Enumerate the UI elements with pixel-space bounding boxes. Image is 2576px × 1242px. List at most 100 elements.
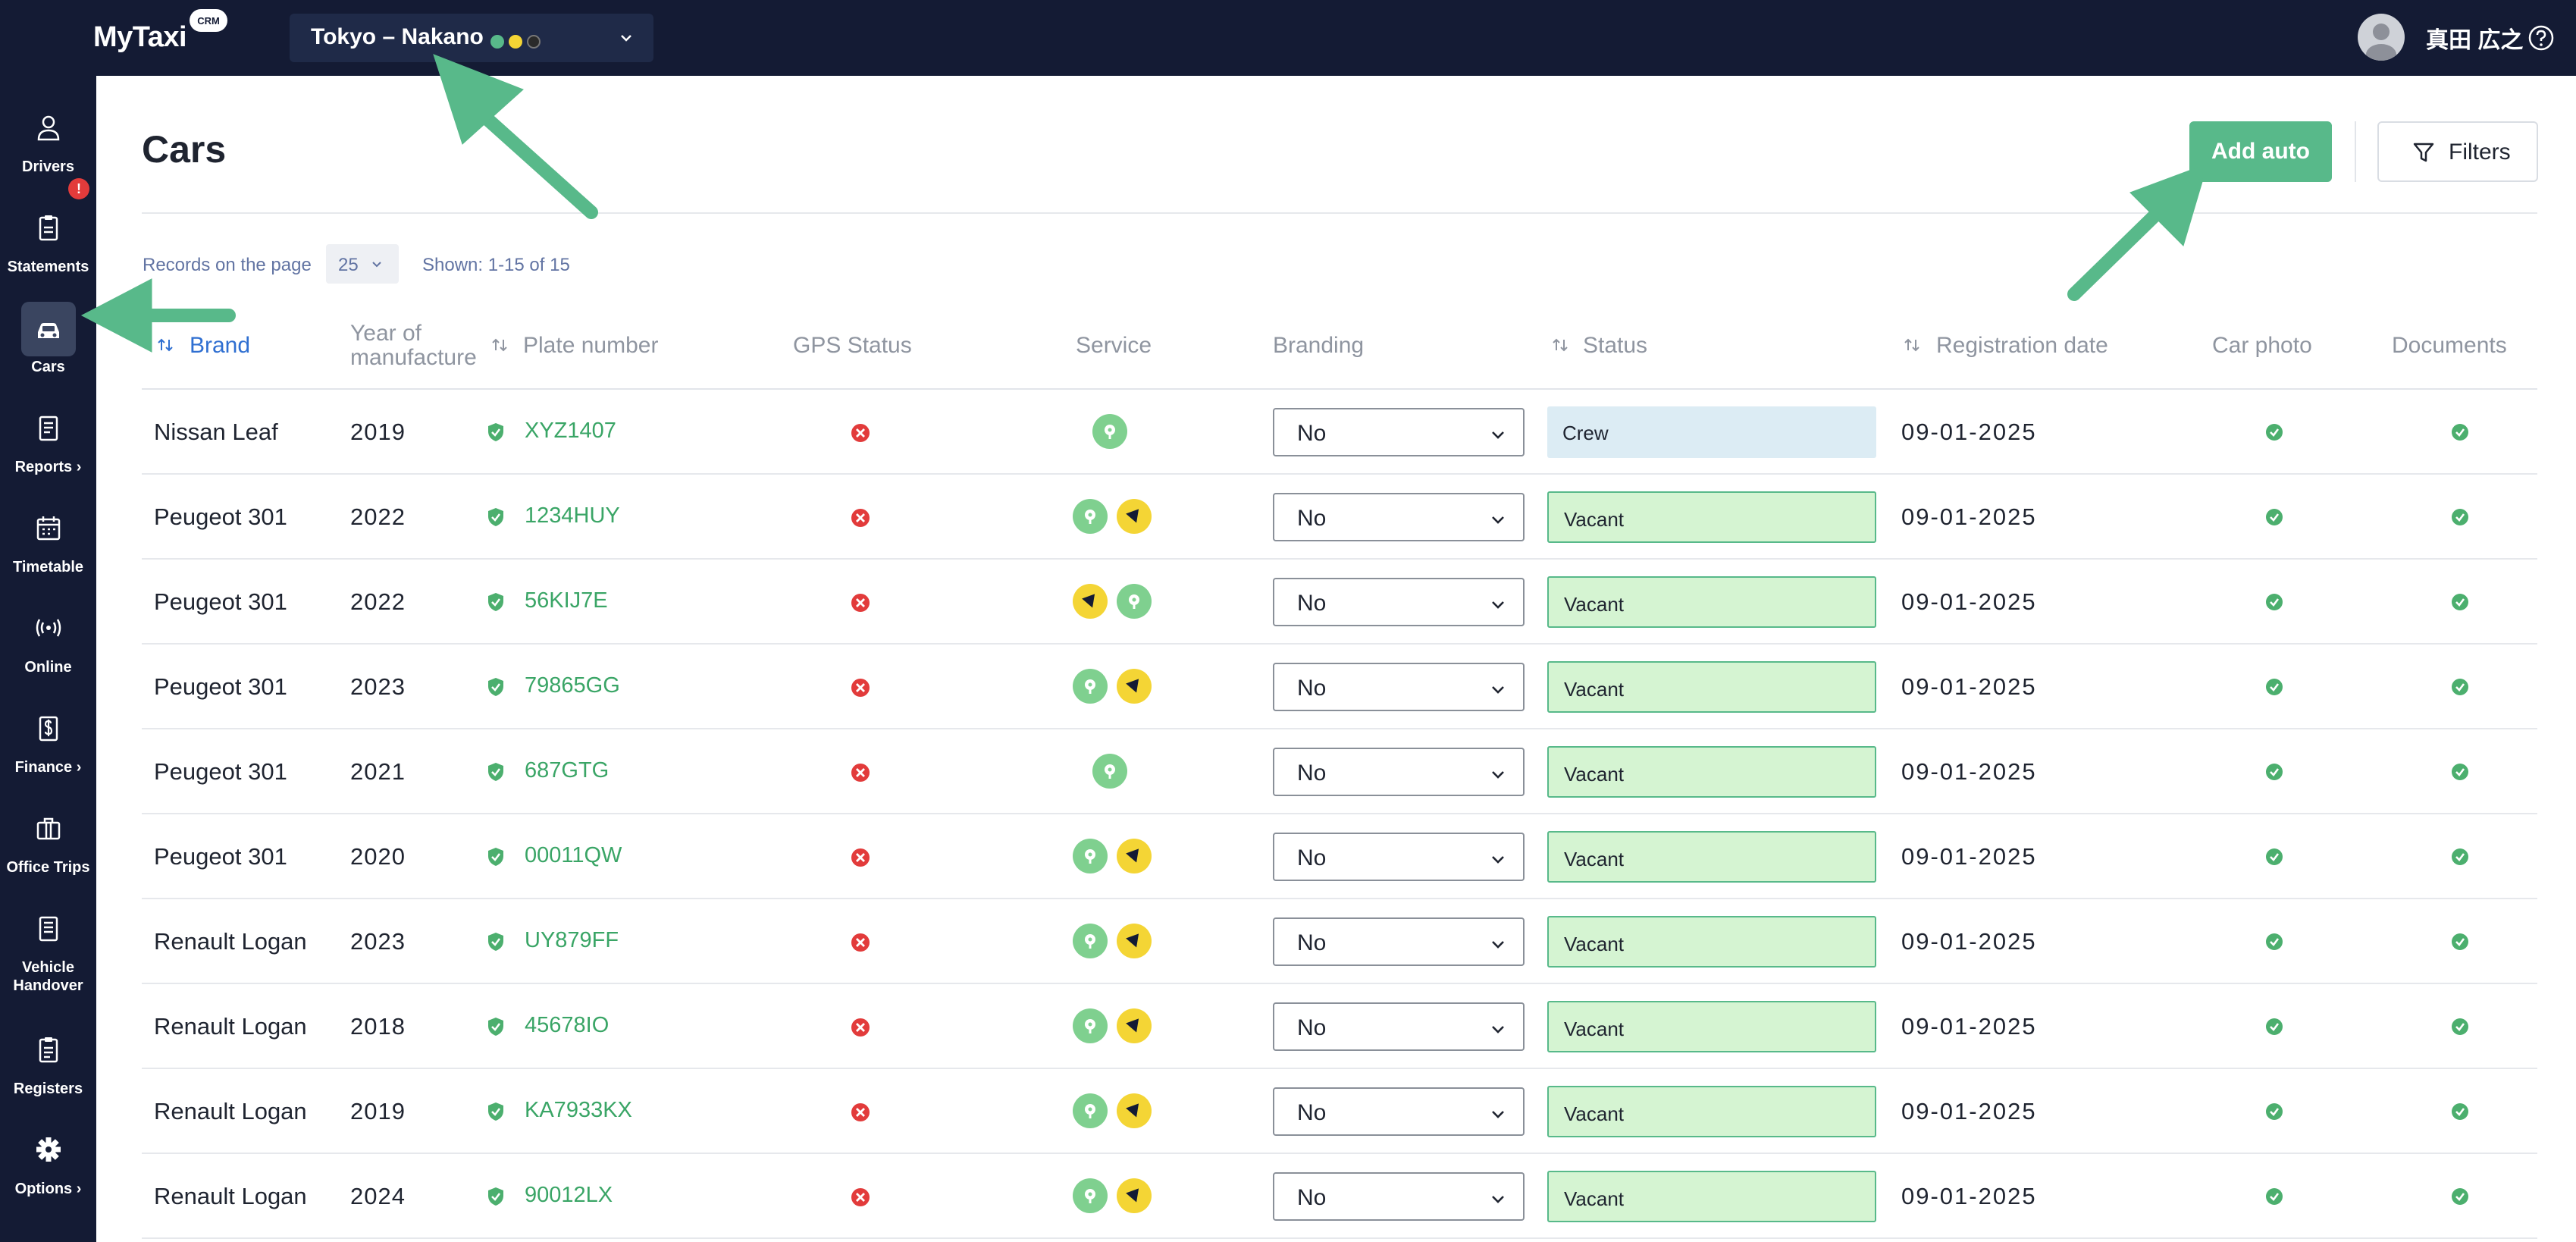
photo-ok-icon <box>2265 508 2283 526</box>
sidebar-item-finance[interactable]: Finance › <box>0 692 96 783</box>
plate-number-link[interactable]: UY879FF <box>525 928 619 953</box>
status-badge[interactable]: Vacant <box>1547 831 1876 883</box>
photo-ok-icon <box>2265 423 2283 441</box>
sidebar-item-statements[interactable]: Statements <box>0 191 96 282</box>
records-per-page-select[interactable]: 25 <box>326 244 399 284</box>
top-bar: MyTaxi CRM Tokyo – Nakano 真田 広之 <box>0 0 2576 76</box>
branding-select[interactable]: No <box>1273 1172 1525 1221</box>
column-header-status[interactable]: Status <box>1583 334 1647 358</box>
plate-number-link[interactable]: 56KIJ7E <box>525 588 608 613</box>
table-row[interactable]: Renault Logan 2024 90012LX No Vacant 09-01-20… <box>142 1154 2537 1239</box>
branding-value: No <box>1297 676 1327 701</box>
branding-select[interactable]: No <box>1273 1002 1525 1051</box>
branding-select[interactable]: No <box>1273 408 1525 456</box>
gps-error-icon <box>851 1188 870 1206</box>
status-badge[interactable]: Vacant <box>1547 916 1876 968</box>
sidebar-item-registers[interactable]: Registers <box>0 1013 96 1104</box>
cell-year: 2023 <box>350 673 406 700</box>
cell-year: 2019 <box>350 419 406 445</box>
cell-brand: Peugeot 301 <box>154 588 287 615</box>
branding-value: No <box>1297 506 1327 531</box>
status-badge[interactable]: Vacant <box>1547 576 1876 628</box>
cell-brand: Peugeot 301 <box>154 673 287 700</box>
user-name[interactable]: 真田 広之 <box>2426 21 2523 55</box>
status-badge[interactable]: Vacant <box>1547 1086 1876 1137</box>
table-row[interactable]: Renault Logan 2019 KA7933KX No Vacant 09-01-2… <box>142 1069 2537 1154</box>
branding-select[interactable]: No <box>1273 663 1525 711</box>
column-header-brand[interactable]: Brand <box>190 334 250 358</box>
status-label: Vacant <box>1564 933 1625 955</box>
status-badge[interactable]: Vacant <box>1547 746 1876 798</box>
table-row[interactable]: Renault Logan 2023 UY879FF No Vacant 09-01-20… <box>142 899 2537 984</box>
shield-check-icon <box>488 1018 503 1036</box>
plate-number-link[interactable]: 90012LX <box>525 1183 613 1208</box>
taxi-service-icon <box>1117 499 1152 534</box>
plate-number-link[interactable]: 00011QW <box>525 843 622 868</box>
branding-value: No <box>1297 845 1327 870</box>
documents-ok-icon <box>2451 508 2469 526</box>
column-header-service: Service <box>1076 333 1152 358</box>
table-row[interactable]: Nissan Leaf 2019 XYZ1407 No Crew 09-01-2025 <box>142 390 2537 475</box>
status-badge[interactable]: Vacant <box>1547 1171 1876 1222</box>
branding-select[interactable]: No <box>1273 917 1525 966</box>
shield-check-icon <box>488 763 503 781</box>
sort-icon[interactable] <box>491 337 508 353</box>
sidebar-item-reports[interactable]: Reports › <box>0 391 96 482</box>
branding-select[interactable]: No <box>1273 748 1525 796</box>
sidebar-item-timetable[interactable]: Timetable <box>0 491 96 582</box>
chevron-down-icon <box>1492 856 1504 864</box>
region-selector[interactable]: Tokyo – Nakano <box>290 14 653 62</box>
chevron-down-icon <box>1492 1196 1504 1203</box>
plate-number-link[interactable]: 1234HUY <box>525 503 620 528</box>
table-row[interactable]: Peugeot 301 2022 1234HUY No Vacant 09-01-2025 <box>142 475 2537 560</box>
table-row[interactable]: Peugeot 301 2020 00011QW No Vacant 09-01-2025 <box>142 814 2537 899</box>
chevron-down-icon <box>621 35 631 42</box>
column-header-plate[interactable]: Plate number <box>523 334 658 358</box>
branding-select[interactable]: No <box>1273 1087 1525 1136</box>
table-row[interactable]: Peugeot 301 2023 79865GG No Vacant 09-01-2025 <box>142 645 2537 729</box>
photo-ok-icon <box>2265 1018 2283 1036</box>
sidebar-item-vehicle-handover[interactable]: Vehicle Handover <box>0 892 96 1005</box>
cell-registration-date: 09-01-2025 <box>1901 588 2037 615</box>
table-row[interactable]: Renault Logan 2018 45678IO No Vacant 09-01-20… <box>142 984 2537 1069</box>
status-badge[interactable]: Vacant <box>1547 661 1876 713</box>
help-icon[interactable] <box>2527 24 2555 52</box>
column-header-year[interactable]: Year of manufacture <box>350 321 477 370</box>
table-row[interactable]: Peugeot 301 2022 56KIJ7E No Vacant 09-01-2025 <box>142 560 2537 645</box>
gps-error-icon <box>851 764 870 782</box>
plate-number-link[interactable]: 687GTG <box>525 758 609 783</box>
branding-select[interactable]: No <box>1273 578 1525 626</box>
sort-icon[interactable] <box>157 337 174 353</box>
sort-icon[interactable] <box>1552 337 1568 353</box>
sort-icon[interactable] <box>1904 337 1920 353</box>
gps-error-icon <box>851 848 870 867</box>
plate-number-link[interactable]: KA7933KX <box>525 1098 632 1123</box>
avatar[interactable] <box>2358 14 2405 61</box>
service-dot-icon <box>527 35 541 49</box>
arrow-add-icon <box>2067 199 2171 301</box>
branding-select[interactable]: No <box>1273 833 1525 881</box>
documents-ok-icon <box>2451 848 2469 866</box>
add-auto-button[interactable]: Add auto <box>2189 121 2332 182</box>
cell-registration-date: 09-01-2025 <box>1901 503 2037 530</box>
location-service-icon <box>1073 1178 1108 1213</box>
sidebar-item-cars[interactable]: Cars <box>0 291 96 382</box>
filters-button[interactable]: Filters <box>2377 121 2538 182</box>
plate-number-link[interactable]: XYZ1407 <box>525 419 616 444</box>
status-badge[interactable]: Vacant <box>1547 491 1876 543</box>
status-badge[interactable]: Vacant <box>1547 1001 1876 1052</box>
branding-select[interactable]: No <box>1273 493 1525 541</box>
status-badge[interactable]: Crew <box>1547 406 1876 458</box>
plate-number-link[interactable]: 45678IO <box>525 1013 609 1038</box>
arrow-region-icon <box>475 107 598 219</box>
plate-number-link[interactable]: 79865GG <box>525 673 620 698</box>
app-logo[interactable]: MyTaxi <box>93 21 187 54</box>
user-icon <box>37 115 60 141</box>
column-header-registration[interactable]: Registration date <box>1936 334 2108 358</box>
table-row[interactable]: Peugeot 301 2021 687GTG No Vacant 09-01-2025 <box>142 729 2537 814</box>
sidebar-item-options[interactable]: Options › <box>0 1113 96 1204</box>
sidebar-item-office-trips[interactable]: Office Trips <box>0 792 96 883</box>
sidebar-item-online[interactable]: Online <box>0 591 96 682</box>
sidebar-item-drivers[interactable]: Drivers <box>0 91 96 182</box>
chevron-down-icon <box>1492 516 1504 524</box>
